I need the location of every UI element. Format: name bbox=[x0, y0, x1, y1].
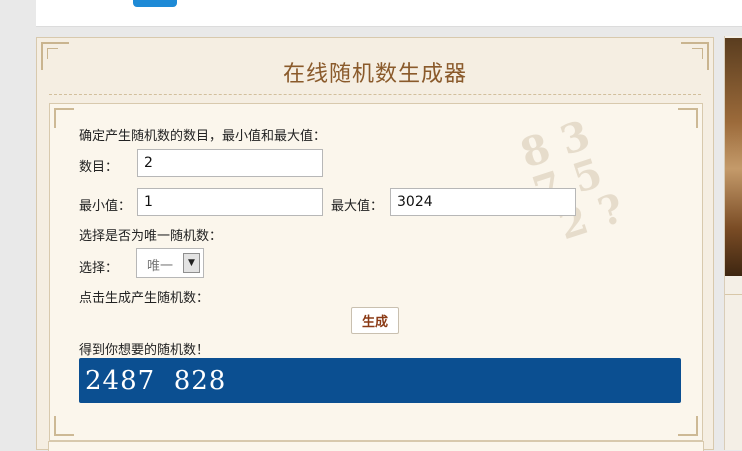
site-logo[interactable] bbox=[133, 0, 177, 7]
max-input[interactable] bbox=[390, 188, 576, 216]
side-photo[interactable] bbox=[725, 38, 742, 276]
generate-button[interactable]: 生成 bbox=[351, 307, 399, 334]
min-input[interactable] bbox=[137, 188, 323, 216]
unique-select[interactable]: 唯一 ▼ bbox=[136, 248, 204, 278]
unique-prompt: 选择是否为唯一随机数： bbox=[79, 229, 223, 244]
unique-select-value: 唯一 bbox=[147, 259, 174, 274]
page-title: 在线随机数生成器 bbox=[282, 62, 467, 87]
count-input[interactable] bbox=[137, 149, 323, 177]
site-header bbox=[36, 0, 742, 27]
result-value: 2487 828 bbox=[85, 366, 227, 396]
max-label: 最大值： bbox=[331, 199, 384, 214]
generate-prompt: 点击生成产生随机数： bbox=[79, 291, 210, 306]
section-label-range: 确定产生随机数的数目，最小值和最大值： bbox=[79, 129, 327, 144]
result-label: 得到你想要的随机数！ bbox=[79, 343, 210, 358]
min-label: 最小值： bbox=[79, 199, 132, 214]
select-label: 选择： bbox=[79, 261, 119, 276]
title-divider bbox=[49, 94, 701, 95]
corner-ornament bbox=[678, 416, 698, 436]
corner-ornament bbox=[54, 416, 74, 436]
side-photo-strip bbox=[724, 36, 742, 450]
corner-ornament bbox=[54, 108, 74, 128]
divider bbox=[725, 294, 742, 295]
corner-ornament bbox=[678, 108, 698, 128]
decorative-digits-watermark: 8 37 5 2 ? bbox=[514, 111, 630, 254]
chevron-down-icon[interactable]: ▼ bbox=[183, 253, 200, 273]
result-display: 2487 828 bbox=[79, 358, 681, 403]
count-label: 数目： bbox=[79, 160, 119, 175]
